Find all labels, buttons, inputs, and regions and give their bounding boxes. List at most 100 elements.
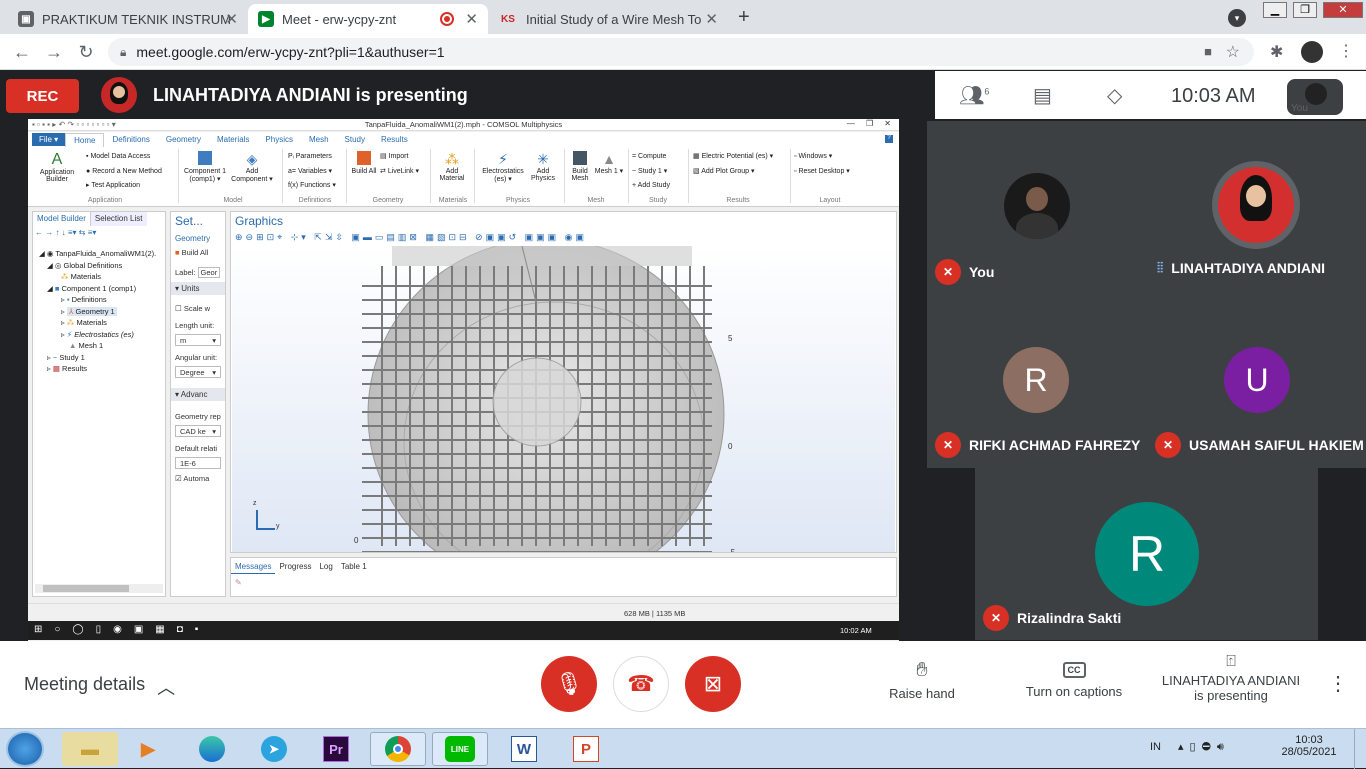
geometry-rep-select[interactable]: CAD ke ▾ xyxy=(175,425,221,437)
ribbon-tab-materials[interactable]: Materials xyxy=(209,133,257,146)
tree-node-global-definitions[interactable]: ◢ ◎ Global Definitions xyxy=(39,260,156,272)
menu-icon[interactable]: ⋮ xyxy=(1338,41,1354,61)
presentation-status-button[interactable]: ⍐ LINAHTADIYA ANDIANI is presenting xyxy=(1150,653,1312,703)
explorer-app[interactable]: ▬ xyxy=(62,732,118,766)
ribbon-tab-mesh[interactable]: Mesh xyxy=(301,133,337,146)
settings-build-all-button[interactable]: ■ Build All xyxy=(175,248,208,257)
browser-tab[interactable]: KS Initial Study of a Wire Mesh Tom ✕ xyxy=(488,4,728,34)
telegram-app[interactable]: ➤ xyxy=(246,732,302,766)
reset-desktop-button[interactable]: ▫ Reset Desktop ▾ xyxy=(794,165,850,180)
star-icon[interactable]: ☆ xyxy=(1226,42,1240,62)
omnibox[interactable]: 🔒︎ meet.google.com/erw-ycpy-znt?pli=1&au… xyxy=(108,38,1254,66)
study1-button[interactable]: ~ Study 1 ▾ xyxy=(632,165,670,180)
mesh1-button[interactable]: ▲ Mesh 1 ▾ xyxy=(594,151,624,175)
component-button[interactable]: Component 1 (comp1) ▾ xyxy=(181,151,229,183)
camera-toggle-button[interactable]: ⊠ xyxy=(685,656,741,712)
ribbon-tab-physics[interactable]: Physics xyxy=(257,133,301,146)
more-options-icon[interactable]: ⋮ xyxy=(1328,671,1348,696)
tree-node-geometry[interactable]: ▹ ⅄ Geometry 1 xyxy=(39,306,156,318)
ribbon-tab-geometry[interactable]: Geometry xyxy=(158,133,209,146)
variables-button[interactable]: a= Variables ▾ xyxy=(288,165,336,180)
forward-icon[interactable]: → xyxy=(44,42,64,62)
browser-tab-active[interactable]: ▶ Meet - erw-ycpy-znt ✕ xyxy=(248,4,488,34)
participant-tile-rifki[interactable]: R ✕ RIFKI ACHMAD FAHREZY xyxy=(927,296,1147,468)
add-study-button[interactable]: + Add Study xyxy=(632,179,670,194)
camera-icon[interactable]: ■ xyxy=(1204,44,1212,59)
participant-tile-linahtadiya[interactable]: ⦙⦙ LINAHTADIYA ANDIANI xyxy=(1147,121,1366,296)
messages-tab[interactable]: Messages xyxy=(231,560,276,574)
test-application-button[interactable]: ▸ Test Application xyxy=(86,179,162,194)
media-player-app[interactable]: ▶ xyxy=(120,732,176,766)
add-plot-group-button[interactable]: ▧ Add Plot Group ▾ xyxy=(693,165,773,180)
graphics-toolbar[interactable]: ⊕⊖⊞⊡⌖ ⊹▾ ⇱⇲⇳ ▣▬▭▤▥⊠ ▦▧⊡⊟ ⊘▣▣↺ ▣▣▣ ◉▣ xyxy=(235,232,587,243)
parameters-button[interactable]: Pᵢ Parameters xyxy=(288,150,336,165)
add-physics-button[interactable]: ✳ Add Physics xyxy=(528,151,558,182)
new-tab-button[interactable]: + xyxy=(738,6,750,29)
raise-hand-button[interactable]: ✋︎ Raise hand xyxy=(882,659,962,701)
tree-scrollbar[interactable] xyxy=(35,584,163,593)
electrostatics-button[interactable]: ⚡︎ Electrostatics (es) ▾ xyxy=(478,151,528,183)
participant-tile-usamah[interactable]: U ✕ USAMAH SAIFUL HAKIEM xyxy=(1147,296,1366,468)
model-data-access-button[interactable]: ▪ Model Data Access xyxy=(86,150,162,165)
table1-tab[interactable]: Table 1 xyxy=(337,560,371,574)
import-button[interactable]: ▤ Import xyxy=(380,150,419,165)
model-builder-tab[interactable]: Model Builder xyxy=(33,212,91,226)
electric-potential-button[interactable]: ▦ Electric Potential (es) ▾ xyxy=(693,150,773,165)
build-all-button[interactable]: Build All xyxy=(350,151,378,175)
tree-node-root[interactable]: ◢ ◉ TanpaFluida_AnomaliWM1(2). xyxy=(39,248,156,260)
advanced-section-header[interactable]: ▾ Advanc xyxy=(171,388,225,401)
browser-tab[interactable]: ▣ PRAKTIKUM TEKNIK INSTRUMEN ✕ xyxy=(8,4,248,34)
chat-icon[interactable]: ▤ xyxy=(1033,83,1052,108)
log-tab[interactable]: Log xyxy=(315,560,336,574)
label-input[interactable]: Geor xyxy=(197,267,221,278)
compute-button[interactable]: = Compute xyxy=(632,150,670,165)
tree-node-mesh[interactable]: ▲ Mesh 1 xyxy=(39,340,156,352)
language-indicator[interactable]: IN xyxy=(1150,741,1161,753)
record-method-button[interactable]: ● Record a New Method xyxy=(86,165,162,180)
close-icon[interactable]: ✕ xyxy=(465,10,478,28)
ribbon-tab-home[interactable]: Home xyxy=(65,132,105,147)
captions-button[interactable]: CC Turn on captions xyxy=(1014,661,1134,699)
back-icon[interactable]: ← xyxy=(12,42,32,62)
add-material-button[interactable]: ⁂ Add Material xyxy=(434,151,470,182)
units-section-header[interactable]: ▾ Units xyxy=(171,282,225,295)
minimize-icon[interactable]: ▁ xyxy=(1263,2,1287,18)
length-unit-select[interactable]: m ▾ xyxy=(175,334,221,346)
selection-list-tab[interactable]: Selection List xyxy=(90,212,147,226)
mic-toggle-button[interactable]: 🎙︎ xyxy=(541,656,597,712)
participant-tile-rizalindra[interactable]: R ✕ Rizalindra Sakti xyxy=(975,468,1318,640)
default-relative-input[interactable]: 1E-6 xyxy=(175,457,221,469)
start-button[interactable] xyxy=(6,731,44,767)
chrome-app[interactable] xyxy=(370,732,426,766)
close-icon[interactable]: ✕ xyxy=(705,10,718,28)
file-menu[interactable]: File ▾ xyxy=(32,133,66,146)
tree-node-results[interactable]: ▹ ▦ Results xyxy=(39,363,156,375)
close-window-icon[interactable]: ✕ xyxy=(1323,2,1363,18)
tree-node-definitions[interactable]: ▹ ▪ Definitions xyxy=(39,294,156,306)
livelink-button[interactable]: ⇄ LiveLink ▾ xyxy=(380,165,419,180)
scale-checkbox[interactable]: ☐ Scale w xyxy=(175,304,210,313)
tree-node-component[interactable]: ◢ ■ Component 1 (comp1) xyxy=(39,283,156,295)
add-component-button[interactable]: ◈ Add Component ▾ xyxy=(228,151,276,183)
activities-icon[interactable]: ◇ xyxy=(1107,83,1122,108)
tab-search-icon[interactable]: ▾ xyxy=(1228,9,1246,27)
3d-viewport[interactable]: 5 0 -5 0 z y xyxy=(232,246,895,552)
progress-tab[interactable]: Progress xyxy=(275,560,315,574)
edge-app[interactable] xyxy=(184,732,240,766)
application-builder-button[interactable]: A Application Builder xyxy=(34,151,80,183)
participant-tile-you[interactable]: ✕ You xyxy=(927,121,1147,296)
system-clock[interactable]: 10:03 28/05/2021 xyxy=(1278,734,1340,758)
angular-unit-select[interactable]: Degree ▾ xyxy=(175,366,221,378)
ribbon-tab-study[interactable]: Study xyxy=(337,133,373,146)
line-app[interactable]: LINE xyxy=(432,732,488,766)
clear-icon[interactable]: ✎ xyxy=(235,578,242,587)
ribbon-tab-definitions[interactable]: Definitions xyxy=(104,133,157,146)
people-icon[interactable]: 👥︎6 xyxy=(959,83,989,108)
tree-node-electrostatics[interactable]: ▹ ⚡︎ Electrostatics (es) xyxy=(39,329,156,341)
show-desktop-button[interactable] xyxy=(1354,729,1366,769)
word-app[interactable]: W xyxy=(496,732,552,766)
extensions-icon[interactable]: ✱ xyxy=(1270,42,1283,62)
system-tray-icons[interactable]: ▴▯⛔︎🔊︎ xyxy=(1178,740,1230,754)
windows-button[interactable]: ▫ Windows ▾ xyxy=(794,150,850,165)
powerpoint-app[interactable]: P xyxy=(558,732,614,766)
